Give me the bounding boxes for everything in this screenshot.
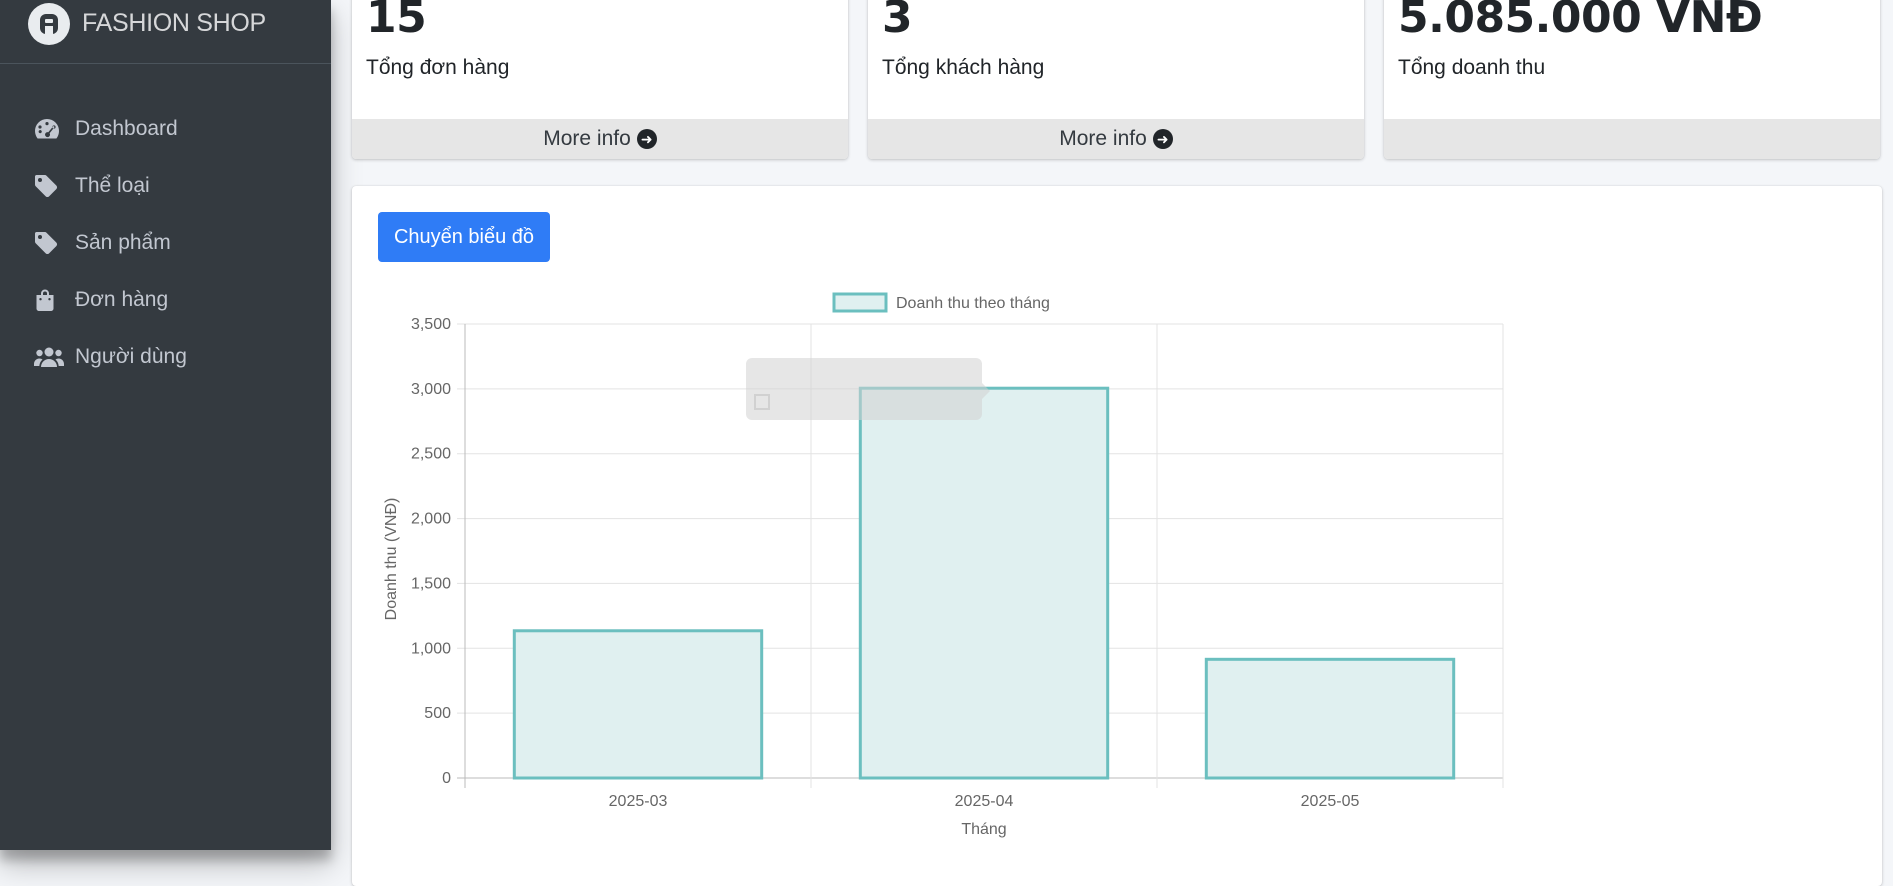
y-axis-title: Doanh thu (VNĐ) xyxy=(383,498,400,621)
stat-value: 3 xyxy=(882,0,913,43)
stat-value: 15 xyxy=(366,0,427,43)
tachometer-icon xyxy=(34,115,66,143)
shopping-bag-icon xyxy=(34,286,66,314)
sidebar-item-orders[interactable]: Đơn hàng xyxy=(0,271,331,328)
tag-icon xyxy=(34,172,66,200)
more-info-label: More info xyxy=(543,127,631,150)
x-tick-label: 2025-03 xyxy=(609,793,668,810)
x-tick-label: 2025-04 xyxy=(955,793,1014,810)
sidebar-item-users[interactable]: Người dùng xyxy=(0,328,331,385)
y-tick-label: 3,000 xyxy=(411,381,451,398)
y-tick-label: 1,000 xyxy=(411,640,451,657)
stat-value: 5.085.000 VNĐ xyxy=(1398,0,1763,43)
chart-tooltip xyxy=(746,358,990,420)
x-tick-label: 2025-05 xyxy=(1301,793,1360,810)
y-tick-label: 2,000 xyxy=(411,511,451,528)
more-info-link[interactable]: More info ➜ xyxy=(868,119,1364,159)
stat-box-customers: 3 Tổng khách hàng More info ➜ xyxy=(868,0,1364,159)
y-tick-label: 0 xyxy=(442,770,451,787)
y-tick-label: 2,500 xyxy=(411,446,451,463)
sidebar-item-label: Sản phẩm xyxy=(75,230,171,254)
sidebar-item-label: Thể loại xyxy=(75,173,150,197)
users-icon xyxy=(34,343,66,371)
y-tick-label: 3,500 xyxy=(411,316,451,333)
brand[interactable]: FASHION SHOP xyxy=(0,0,331,64)
stat-footer xyxy=(1384,119,1880,159)
legend-label: Doanh thu theo tháng xyxy=(896,295,1050,312)
tooltip-swatch xyxy=(754,394,770,410)
stat-box-revenue: 5.085.000 VNĐ Tổng doanh thu xyxy=(1384,0,1880,159)
sidebar: FASHION SHOP Dashboard Thể loại Sản phẩm… xyxy=(0,0,331,850)
sidebar-nav: Dashboard Thể loại Sản phẩm Đơn hàng Ngư… xyxy=(0,64,331,385)
stat-label: Tổng đơn hàng xyxy=(366,56,510,79)
stat-label: Tổng khách hàng xyxy=(882,56,1045,79)
sidebar-item-label: Đơn hàng xyxy=(75,287,169,311)
y-tick-label: 1,500 xyxy=(411,575,451,592)
more-info-label: More info xyxy=(1059,127,1147,150)
tag-icon xyxy=(34,229,66,257)
sidebar-item-products[interactable]: Sản phẩm xyxy=(0,214,331,271)
sidebar-item-categories[interactable]: Thể loại xyxy=(0,157,331,214)
stat-box-orders: 15 Tổng đơn hàng More info ➜ xyxy=(352,0,848,159)
y-tick-label: 500 xyxy=(424,705,451,722)
brand-logo-icon xyxy=(28,2,70,45)
bar xyxy=(512,629,764,780)
bar xyxy=(1204,657,1456,780)
tooltip-arrow xyxy=(982,383,990,399)
sidebar-item-dashboard[interactable]: Dashboard xyxy=(0,100,331,157)
bar xyxy=(858,386,1110,780)
x-axis-title: Tháng xyxy=(961,821,1006,838)
more-info-link[interactable]: More info ➜ xyxy=(352,119,848,159)
sidebar-item-label: Dashboard xyxy=(75,116,178,140)
sidebar-item-label: Người dùng xyxy=(75,344,187,368)
arrow-circle-right-icon: ➜ xyxy=(636,129,657,149)
chart-card: Chuyển biểu đồ 3,500 3,000 2,500 2,000 1,500… xyxy=(352,186,1882,886)
brand-name: FASHION SHOP xyxy=(82,9,266,37)
arrow-circle-right-icon: ➜ xyxy=(1152,129,1173,149)
legend-swatch xyxy=(832,292,888,313)
stat-label: Tổng doanh thu xyxy=(1398,56,1546,79)
revenue-chart: 3,500 3,000 2,500 2,000 1,500 1,000 500 0 2025-0… xyxy=(383,292,1504,838)
